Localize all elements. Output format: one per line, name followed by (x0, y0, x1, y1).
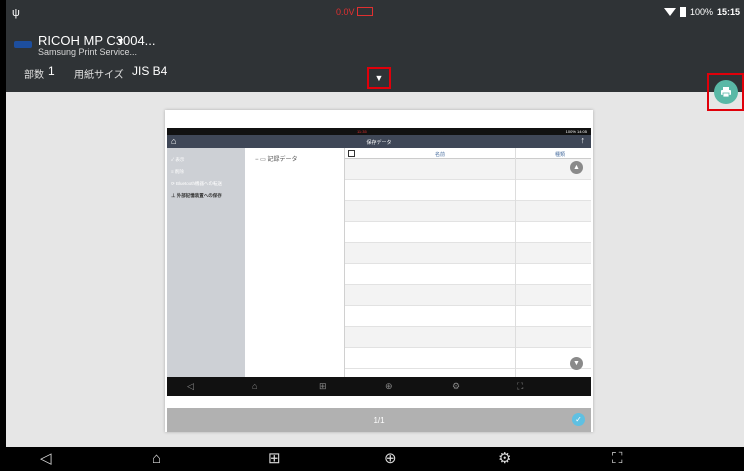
battery-alert-icon (356, 7, 373, 16)
clock: 15:15 (716, 7, 740, 17)
table-row (345, 159, 591, 180)
globe-icon: ⊕ (385, 381, 393, 391)
scroll-up-icon: ▲ (570, 161, 583, 174)
column-header-type: 種類 (555, 152, 566, 158)
page-preview[interactable]: 11:35 100% 14:05 ⌂ 保存データ ↑ ✓ 表示 ≡ 削除 ⟳ B… (165, 110, 593, 432)
screenshot-icon[interactable]: ⛶ (612, 451, 623, 467)
expand-options-button[interactable]: ▼ (367, 67, 391, 89)
print-button[interactable] (714, 80, 738, 104)
checkbox-icon (348, 150, 355, 157)
status-bar: ψ 0.0V 100% 15:15 (6, 0, 744, 26)
globe-icon[interactable]: ⊕ (384, 451, 397, 467)
preview-folder-tree: − ▭ 記録データ (245, 148, 345, 377)
sidebar-item: ≡ 削除 (171, 169, 184, 174)
column-divider (515, 148, 516, 377)
sidebar-item-active: ⊥ 外部記憶装置への保存 (171, 193, 222, 198)
print-button-highlight (707, 73, 744, 111)
preview-content: 11:35 100% 14:05 ⌂ 保存データ ↑ ✓ 表示 ≡ 削除 ⟳ B… (167, 128, 591, 396)
settings-icon: ⚙ (452, 381, 461, 391)
battery-percent: 100% (689, 7, 713, 17)
system-navigation-bar: ◁ ⌂ ⊞ ⊕ ⚙ ⛶ (0, 447, 744, 471)
paper-size-value[interactable]: JIS B4 (132, 64, 167, 78)
table-row (345, 264, 591, 285)
paper-size-label: 用紙サイズ (74, 70, 124, 81)
usb-icon: ψ (12, 7, 20, 19)
table-header: 名前 種類 (345, 148, 591, 159)
screenshot-icon: ⛶ (517, 381, 524, 391)
table-row (345, 306, 591, 327)
chevron-down-icon: ▼ (374, 73, 384, 83)
home-icon: ⌂ (252, 381, 258, 391)
folder-node: − ▭ 記録データ (255, 157, 298, 163)
chevron-down-icon[interactable]: ▼ (116, 36, 125, 46)
apps-icon[interactable]: ⊞ (268, 451, 281, 467)
page-indicator: 1/1 (373, 416, 385, 425)
sidebar-item: ✓ 表示 (171, 157, 185, 162)
back-icon[interactable]: ◁ (40, 451, 52, 467)
print-preview-screen: ψ 0.0V 100% 15:15 RICOH MP C3004... ▼ Sa… (6, 0, 744, 447)
printer-service-label: Samsung Print Service... (38, 47, 138, 57)
table-row (345, 285, 591, 306)
preview-sidebar: ✓ 表示 ≡ 削除 ⟳ Bluetooth機器への転送 ⊥ 外部記憶装置への保存 (167, 148, 245, 377)
scroll-down-icon: ▼ (570, 357, 583, 370)
samsung-logo-icon (14, 41, 32, 48)
preview-status-bar: 11:35 100% 14:05 (167, 128, 591, 135)
copies-label: 部数 (24, 70, 44, 81)
print-icon (721, 87, 731, 98)
settings-icon[interactable]: ⚙ (498, 451, 511, 467)
status-right: 100% 15:15 (663, 7, 740, 17)
battery-icon (679, 7, 686, 17)
table-row (345, 243, 591, 264)
apps-icon: ⊞ (319, 381, 327, 391)
home-icon[interactable]: ⌂ (152, 451, 161, 467)
page-selected-check-icon[interactable]: ✓ (572, 413, 585, 426)
table-row (345, 222, 591, 243)
page-indicator-bar: 1/1 ✓ (167, 408, 591, 432)
table-row (345, 327, 591, 348)
preview-title: 保存データ (366, 140, 392, 146)
sidebar-item: ⟳ Bluetooth機器への転送 (171, 181, 223, 186)
upload-icon: ↑ (580, 135, 586, 145)
table-row (345, 201, 591, 222)
copies-value[interactable]: 1 (48, 64, 55, 78)
column-header-name: 名前 (435, 152, 446, 158)
printer-selector[interactable]: RICOH MP C3004... (38, 33, 156, 48)
preview-nav-bar: ◁ ⌂ ⊞ ⊕ ⚙ ⛶ (167, 377, 591, 396)
back-icon: ◁ (187, 381, 194, 391)
preview-title-bar: ⌂ 保存データ ↑ (167, 135, 591, 148)
voltage-indicator: 0.0V (336, 7, 373, 17)
wifi-icon (663, 8, 676, 16)
table-row (345, 348, 591, 369)
preview-file-table: 名前 種類 ▲ ▼ (345, 148, 591, 377)
table-row (345, 180, 591, 201)
